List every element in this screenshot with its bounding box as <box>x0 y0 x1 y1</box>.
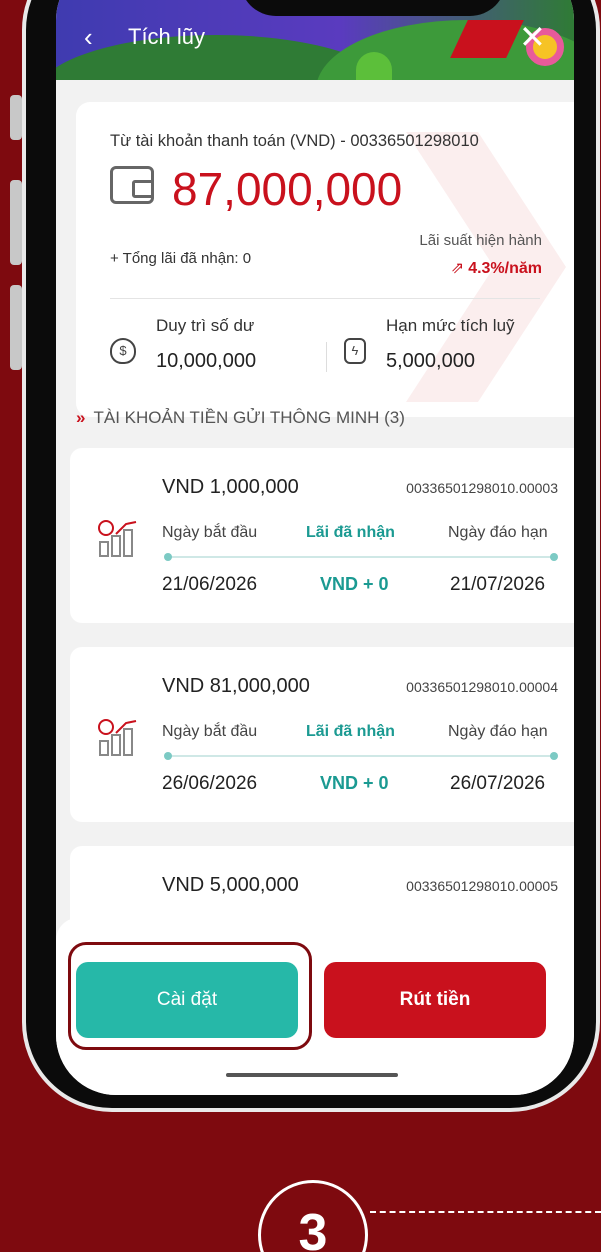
phone-notch <box>240 0 506 16</box>
deposit-timeline <box>164 553 558 561</box>
deposit-timeline <box>164 752 558 760</box>
balance-card: Từ tài khoản thanh toán (VND) - 00336501… <box>76 102 574 417</box>
deposit-account: 00336501298010.00003 <box>406 480 558 496</box>
deposit-amount: VND 5,000,000 <box>162 874 299 896</box>
double-chevron-icon: » <box>76 408 86 427</box>
maintain-balance-value: 10,000,000 <box>156 350 257 372</box>
dashed-line <box>370 1211 601 1213</box>
maturity-date: 26/07/2026 <box>450 773 546 794</box>
start-date: 26/06/2026 <box>162 773 258 794</box>
maturity-date: 21/07/2026 <box>450 574 546 595</box>
start-date-label: Ngày bắt đầu <box>162 723 258 740</box>
close-icon[interactable]: ✕ <box>519 18 546 56</box>
interest-rate-text: 4.3%/năm <box>468 260 542 277</box>
phone-side-button <box>10 180 22 265</box>
interest-label: Lãi đã nhận <box>306 723 395 740</box>
divider <box>110 298 540 299</box>
shield-dollar-icon: $ <box>110 338 136 364</box>
home-indicator[interactable] <box>226 1073 398 1077</box>
interest-received: VND + 0 <box>320 773 389 793</box>
deposit-account: 00336501298010.00005 <box>406 878 558 894</box>
deposit-card[interactable]: VND 81,000,000 00336501298010.00004 Ngày… <box>70 647 574 822</box>
deposit-account: 00336501298010.00004 <box>406 679 558 695</box>
withdraw-button[interactable]: Rút tiền <box>324 962 546 1038</box>
start-date: 21/06/2026 <box>162 574 258 595</box>
maturity-date-label: Ngày đáo hạn <box>448 524 548 541</box>
accumulation-limit-label: Hạn mức tích luỹ <box>386 316 515 335</box>
trend-icon: ⇗ <box>450 260 465 277</box>
settings-highlight <box>68 942 312 1050</box>
accumulation-limit-value: 5,000,000 <box>386 350 475 372</box>
section-title: » TÀI KHOẢN TIỀN GỬI THÔNG MINH (3) <box>76 408 405 428</box>
plant-decoration <box>356 52 392 80</box>
wallet-icon <box>110 166 154 204</box>
interest-rate-value: ⇗ 4.3%/năm <box>451 258 542 278</box>
maturity-date-label: Ngày đáo hạn <box>448 723 548 740</box>
interest-label: Lãi đã nhận <box>306 524 395 541</box>
interest-received: VND + 0 <box>320 574 389 594</box>
page-title: Tích lũy <box>128 24 206 49</box>
balance-amount: 87,000,000 <box>172 163 403 215</box>
start-date-label: Ngày bắt đầu <box>162 524 258 541</box>
total-interest: + Tổng lãi đã nhận: 0 <box>110 250 252 267</box>
maintain-balance-label: Duy trì số dư <box>156 316 255 335</box>
growth-chart-icon <box>98 520 137 557</box>
deposit-card[interactable]: VND 1,000,000 00336501298010.00003 Ngày … <box>70 448 574 623</box>
phone-side-button <box>10 285 22 370</box>
phone-screen: ‹ Tích lũy ✕ Từ tài khoản thanh toán (VN… <box>56 0 574 1095</box>
growth-chart-icon <box>98 719 137 756</box>
back-icon[interactable]: ‹ <box>84 22 93 53</box>
section-title-text: TÀI KHOẢN TIỀN GỬI THÔNG MINH (3) <box>93 408 405 427</box>
deposit-amount: VND 81,000,000 <box>162 675 310 697</box>
bolt-cylinder-icon: ϟ <box>344 338 366 364</box>
deposit-amount: VND 1,000,000 <box>162 476 299 498</box>
interest-rate-label: Lãi suất hiện hành <box>419 232 542 249</box>
step-number: 3 <box>258 1180 368 1252</box>
divider <box>326 342 327 372</box>
phone-side-button <box>10 95 22 140</box>
source-account: Từ tài khoản thanh toán (VND) - 00336501… <box>110 132 479 150</box>
